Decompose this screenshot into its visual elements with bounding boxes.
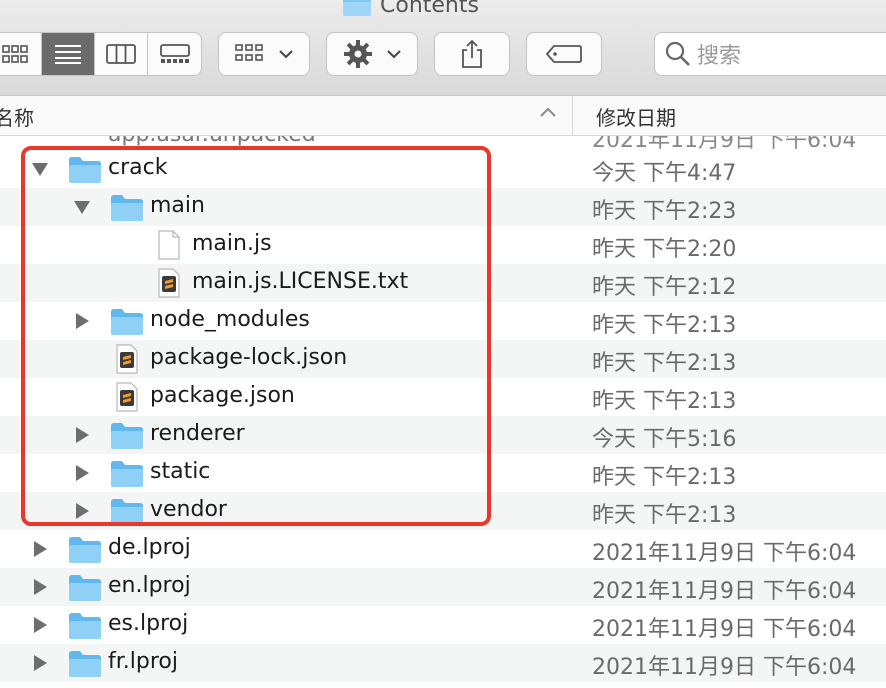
file-date: 昨天 下午2:13 — [592, 465, 737, 490]
search-field[interactable]: 搜索 — [654, 32, 886, 76]
chevron-down-icon — [279, 50, 293, 59]
column-header: 名称 修改日期 — [0, 96, 886, 136]
group-button[interactable] — [218, 32, 310, 76]
file-date: 昨天 下午2:13 — [592, 313, 737, 338]
folder-icon — [68, 534, 102, 564]
file-name: de.lproj — [108, 535, 191, 560]
column-view-button[interactable] — [95, 33, 148, 75]
column-date-header[interactable]: 修改日期 — [596, 102, 676, 131]
list-item[interactable]: de.lproj 2021年11月9日 下午6:04 — [0, 530, 886, 568]
file-date: 2021年11月9日 下午6:04 — [592, 617, 857, 642]
icon-view-button[interactable] — [0, 33, 42, 75]
columns-icon — [106, 44, 136, 64]
list-item[interactable]: en.lproj 2021年11月9日 下午6:04 — [0, 568, 886, 606]
grid-icon — [2, 45, 28, 63]
chevron-down-icon — [387, 50, 401, 59]
view-mode-segmented-control — [0, 32, 202, 76]
list-item[interactable]: fr.lproj 2021年11月9日 下午6:04 — [0, 644, 886, 682]
file-date: 昨天 下午2:20 — [592, 237, 737, 262]
list-icon — [55, 45, 81, 64]
file-name: fr.lproj — [108, 649, 178, 674]
share-icon — [462, 39, 482, 68]
file-date: 2021年11月9日 下午6:04 — [592, 579, 857, 604]
file-name: en.lproj — [108, 573, 191, 598]
file-date: 昨天 下午2:13 — [592, 351, 737, 376]
list-view-button[interactable] — [42, 33, 95, 75]
folder-icon — [343, 0, 371, 16]
file-date: 2021年11月9日 下午6:04 — [592, 655, 857, 680]
folder-icon — [68, 648, 102, 678]
list-item[interactable]: es.lproj 2021年11月9日 下午6:04 — [0, 606, 886, 644]
highlight-box — [21, 146, 491, 526]
column-name-header[interactable]: 名称 — [0, 102, 34, 131]
window-title-text: Contents — [380, 0, 479, 18]
search-placeholder: 搜索 — [697, 44, 742, 69]
folder-icon — [68, 610, 102, 640]
chevron-up-icon — [540, 107, 556, 117]
tag-button[interactable] — [526, 32, 602, 76]
file-date: 2021年11月9日 下午6:04 — [592, 541, 857, 566]
share-button[interactable] — [434, 32, 510, 76]
file-date: 昨天 下午2:12 — [592, 275, 737, 300]
file-date: 今天 下午5:16 — [592, 427, 737, 452]
window-title: Contents — [342, 0, 479, 18]
file-date: 今天 下午4:47 — [592, 161, 737, 186]
file-name: es.lproj — [108, 611, 189, 636]
disclosure-triangle-collapsed-icon[interactable] — [32, 617, 48, 633]
disclosure-triangle-collapsed-icon[interactable] — [32, 655, 48, 671]
folder-icon — [68, 572, 102, 602]
action-button[interactable] — [326, 32, 418, 76]
tag-icon — [546, 45, 582, 63]
group-icon — [235, 44, 263, 61]
disclosure-triangle-collapsed-icon[interactable] — [32, 541, 48, 557]
gallery-icon — [159, 44, 190, 63]
toolbar: Contents 搜索 — [0, 0, 886, 96]
gear-icon — [344, 40, 372, 68]
file-date: 昨天 下午2:13 — [592, 389, 737, 414]
disclosure-triangle-collapsed-icon[interactable] — [32, 579, 48, 595]
column-divider[interactable] — [572, 96, 573, 136]
file-date: 昨天 下午2:13 — [592, 503, 737, 528]
search-icon — [665, 41, 690, 66]
file-date: 昨天 下午2:23 — [592, 199, 737, 224]
gallery-view-button[interactable] — [148, 33, 201, 75]
